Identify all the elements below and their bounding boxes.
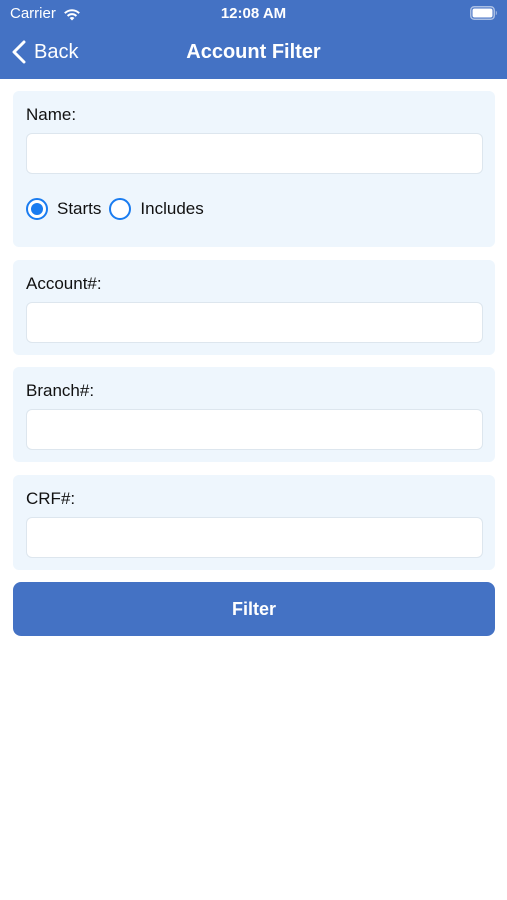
name-label: Name: [26,105,77,124]
account-label: Account#: [26,274,102,293]
account-filter-card: Account#: [13,260,495,355]
radio-label-starts: Starts [57,199,102,218]
crf-filter-card: CRF#: [13,475,495,570]
status-time: 12:08 AM [220,5,287,22]
radio-option-includes[interactable]: Includes [109,198,204,220]
radio-selected-icon[interactable] [26,198,48,220]
crf-input[interactable] [26,517,483,558]
radio-option-starts[interactable]: Starts [26,198,101,220]
battery-icon [470,6,497,20]
radio-unselected-icon[interactable] [109,198,132,220]
account-input[interactable] [26,302,483,343]
name-filter-card: Name: Starts Includes [13,91,495,247]
status-bar: Carrier 12:08 AM [0,0,507,28]
filter-button[interactable]: Filter [13,582,495,636]
branch-input[interactable] [26,409,483,450]
account-filter-screen: Carrier 12:08 AM Back Account Filter Nam… [0,0,507,900]
branch-label: Branch#: [26,381,95,400]
nav-bar: Back Account Filter [0,28,507,79]
header: Carrier 12:08 AM Back Account Filter [0,0,507,79]
crf-label: CRF#: [26,489,76,508]
match-mode-radio-group: Starts Includes [26,197,212,221]
branch-filter-card: Branch#: [13,367,495,462]
radio-label-includes: Includes [140,199,204,218]
name-input[interactable] [26,133,483,174]
page-title: Account Filter [186,41,321,63]
